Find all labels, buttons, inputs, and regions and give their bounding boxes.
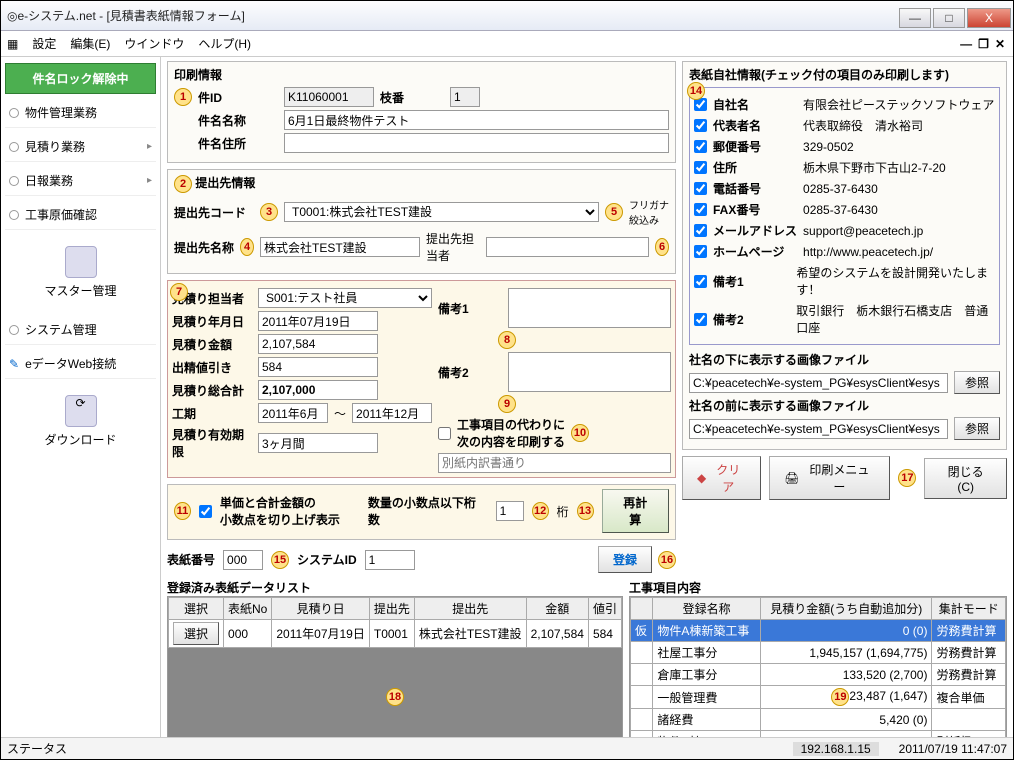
rounding-group: 11 単価と合計金額の 小数点を切り上げ表示 数量の小数点以下桁数 12 桁 1…	[167, 484, 676, 540]
items-list[interactable]: 登録名称見積り金額(うち自動追加分)集計モード仮物件A棟新築工事0 (0)労務費…	[629, 596, 1007, 737]
sidebar-item-mitsumori[interactable]: 見積り業務▸	[5, 132, 156, 162]
close-button[interactable]: X	[967, 8, 1011, 28]
dest-name-field[interactable]	[260, 237, 420, 257]
lock-release-button[interactable]: 件名ロック解除中	[5, 63, 156, 94]
sidebar-item-edata[interactable]: ✎eデータWeb接続	[5, 349, 156, 379]
cover-check[interactable]	[694, 161, 707, 174]
cover-check[interactable]	[694, 203, 707, 216]
estimate-group: 7 見積り担当者S001:テスト社員 見積り年月日 見積り金額 出精値引き 見積…	[167, 280, 676, 478]
kenjusho-field[interactable]	[284, 133, 669, 153]
biko1-field[interactable]	[508, 288, 671, 328]
status-timestamp: 2011/07/19 11:47:07	[899, 742, 1007, 756]
menu-window[interactable]: ウインドウ	[124, 35, 184, 52]
download-icon: ⟳	[65, 395, 97, 427]
print-info-group: 印刷情報 1 件ID 枝番 件名名称 件名住所	[167, 61, 676, 163]
chevron-right-icon: ▸	[147, 141, 152, 152]
print-info-title: 印刷情報	[174, 66, 669, 83]
cover-check[interactable]	[694, 182, 707, 195]
dest-group: 2 提出先情報 提出先コード 3 T0001:株式会社TEST建設 5 フリガナ…	[167, 169, 676, 274]
sidebar-item-genka[interactable]: 工事原価確認	[5, 200, 156, 230]
registered-table: 選択表紙No見積り日提出先提出先金額値引 選択0002011年07月19日T00…	[168, 597, 622, 648]
chevron-right-icon: ▸	[147, 175, 152, 186]
coverno-field[interactable]	[223, 550, 263, 570]
sidebar-item-sysmgmt[interactable]: システム管理	[5, 315, 156, 345]
menu-edit[interactable]: 編集(E)	[70, 35, 110, 52]
discount-field[interactable]	[258, 357, 378, 377]
status-ip: 192.168.1.15	[793, 742, 879, 756]
img2-path[interactable]	[689, 419, 948, 439]
menu-settings[interactable]: 設定	[32, 35, 56, 52]
cover-check[interactable]	[694, 140, 707, 153]
app-icon: ◎	[7, 9, 17, 23]
sidebar-master[interactable]: マスター管理	[5, 246, 156, 299]
sidebar-item-nippo[interactable]: 日報業務▸	[5, 166, 156, 196]
browse1-button[interactable]: 参照	[954, 371, 1000, 394]
status-label: ステータス	[7, 740, 67, 757]
maximize-button[interactable]: □	[933, 8, 965, 28]
registered-list[interactable]: 選択表紙No見積り日提出先提出先金額値引 選択0002011年07月19日T00…	[167, 596, 623, 737]
valid-field[interactable]	[258, 433, 378, 453]
period-from[interactable]	[258, 403, 328, 423]
cover-check[interactable]	[694, 224, 707, 237]
altprint-field[interactable]	[438, 453, 671, 473]
altprint-check[interactable]	[438, 427, 451, 440]
clear-button[interactable]: ◆ クリア	[682, 456, 761, 500]
menu-help[interactable]: ヘルプ(H)	[198, 35, 251, 52]
total-field[interactable]	[258, 380, 378, 400]
kenmei-field[interactable]	[284, 110, 669, 130]
img1-path[interactable]	[689, 373, 948, 393]
select-row-button[interactable]: 選択	[173, 622, 219, 645]
menu-icon: ▦	[7, 37, 18, 51]
recalculate-button[interactable]: 再計算	[602, 489, 670, 533]
biko2-field[interactable]	[508, 352, 671, 392]
estdate-field[interactable]	[258, 311, 378, 331]
cover-company-group: 表紙自社情報(チェック付の項目のみ印刷します) 14 自社名有限会社ピーステック…	[682, 61, 1007, 450]
sidebar-download[interactable]: ⟳ダウンロード	[5, 395, 156, 448]
sidebar: 件名ロック解除中 物件管理業務 見積り業務▸ 日報業務▸ 工事原価確認 マスター…	[1, 57, 161, 737]
sidebar-item-bukken[interactable]: 物件管理業務	[5, 98, 156, 128]
items-table: 登録名称見積り金額(うち自動追加分)集計モード仮物件A棟新築工事0 (0)労務費…	[630, 597, 1006, 737]
estamt-field[interactable]	[258, 334, 378, 354]
minimize-button[interactable]: —	[899, 8, 931, 28]
register-button[interactable]: 登録	[598, 546, 652, 573]
register-row: 表紙番号 15 システムID 登録 16	[167, 546, 676, 573]
dest-code-select[interactable]: T0001:株式会社TEST建設	[284, 202, 599, 222]
digits-field[interactable]	[496, 501, 524, 521]
period-to[interactable]	[352, 403, 432, 423]
roundup-check[interactable]	[199, 505, 212, 518]
cover-check[interactable]	[694, 245, 707, 258]
sysid-field[interactable]	[365, 550, 415, 570]
badge-1: 1	[174, 88, 192, 106]
close-dialog-button[interactable]: 閉じる(C)	[924, 458, 1007, 499]
status-bar: ステータス 192.168.1.15 2011/07/19 11:47:07	[1, 737, 1013, 759]
dest-contact-field[interactable]	[486, 237, 649, 257]
print-menu-button[interactable]: 🖨 印刷メニュー	[769, 456, 890, 500]
mdi-minimize[interactable]: —	[960, 37, 972, 51]
mdi-close[interactable]: ✕	[995, 37, 1005, 51]
cover-check[interactable]	[694, 275, 707, 288]
tanto-select[interactable]: S001:テスト社員	[258, 288, 432, 308]
kenid-label: 件ID	[198, 89, 278, 106]
branch-label: 枝番	[380, 89, 444, 106]
menu-bar: ▦ 設定 編集(E) ウインドウ ヘルプ(H) — ❐ ✕	[1, 31, 1013, 57]
window-titlebar: ◎ e-システム.net - [見積書表紙情報フォーム] — □ X	[1, 1, 1013, 31]
cover-check[interactable]	[694, 119, 707, 132]
kenid-field[interactable]	[284, 87, 374, 107]
mdi-restore[interactable]: ❐	[978, 37, 989, 51]
window-title: e-システム.net - [見積書表紙情報フォーム]	[17, 7, 244, 24]
cover-check[interactable]	[694, 313, 707, 326]
branch-field[interactable]	[450, 87, 480, 107]
master-icon	[65, 246, 97, 278]
browse2-button[interactable]: 参照	[954, 417, 1000, 440]
